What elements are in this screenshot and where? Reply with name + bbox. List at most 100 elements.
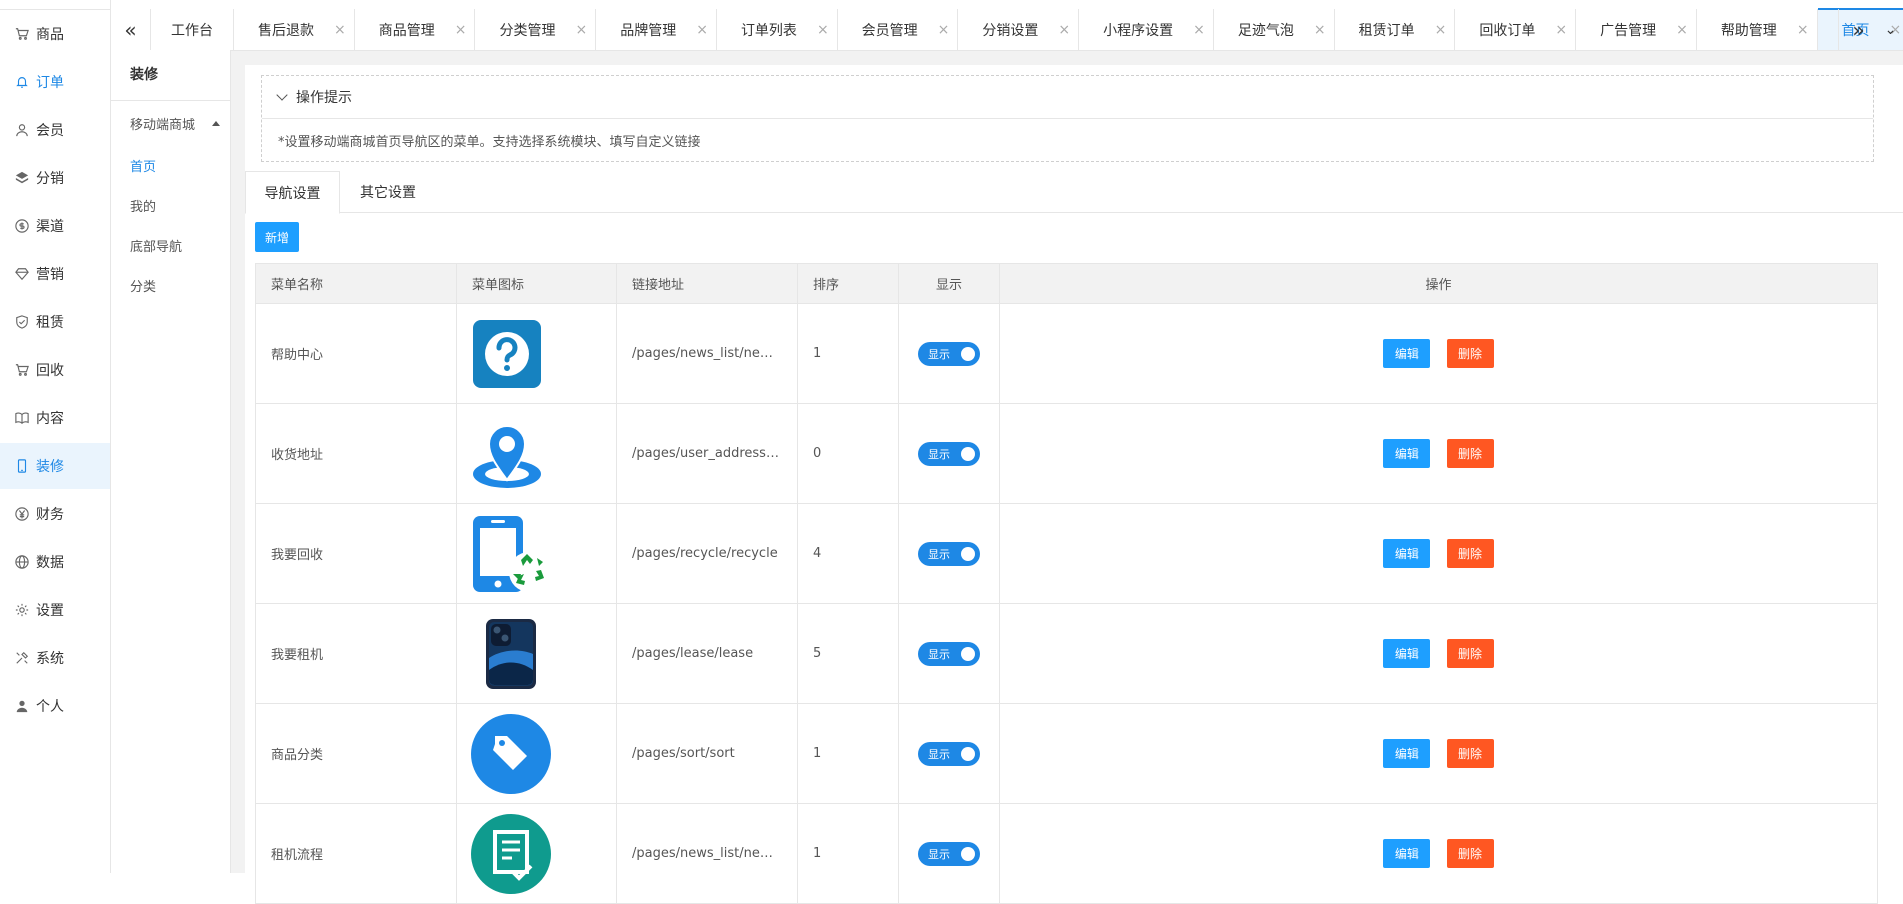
tab-workbench[interactable]: 工作台 <box>151 9 234 50</box>
close-icon[interactable]: × <box>696 22 708 38</box>
close-icon[interactable]: × <box>1676 22 1688 38</box>
sidebar-item-members[interactable]: 会员 <box>0 107 110 153</box>
menu-name: 我要回收 <box>255 503 457 604</box>
display-toggle[interactable]: 显示 <box>918 441 980 466</box>
tab-member-manage[interactable]: 会员管理 × <box>838 9 959 50</box>
book-icon <box>14 410 30 426</box>
close-icon[interactable]: × <box>938 22 950 38</box>
edit-button[interactable]: 编辑 <box>1383 539 1431 568</box>
edit-button[interactable]: 编辑 <box>1383 839 1431 868</box>
sidebar-item-orders[interactable]: 订单 <box>0 59 110 105</box>
document-check-icon <box>471 813 551 894</box>
tabs-scroll-left-icon[interactable]: « <box>111 9 151 50</box>
sidebar-item-goods[interactable]: 商品 <box>0 11 110 57</box>
delete-button[interactable]: 删除 <box>1446 739 1494 768</box>
sidebar-item-content[interactable]: 内容 <box>0 395 110 441</box>
display-toggle[interactable]: 显示 <box>918 541 980 566</box>
menu-name: 我要租机 <box>255 603 457 704</box>
link-url-text: /pages/sort/sort <box>632 746 735 761</box>
close-icon[interactable]: × <box>575 22 587 38</box>
tab-footprint-bubble[interactable]: 足迹气泡 × <box>1214 9 1335 50</box>
help-question-icon <box>473 319 541 388</box>
tab-aftersale-refund[interactable]: 售后退款 × <box>234 9 355 50</box>
sub-link-category[interactable]: 分类 <box>130 276 156 295</box>
sub-sidebar: 装修 移动端商城 首页 我的 底部导航 分类 <box>111 50 231 873</box>
link-url-text: /pages/news_list/news_list <box>632 346 782 361</box>
sidebar-item-lease[interactable]: 租赁 <box>0 299 110 345</box>
nav-menu-table: 菜单名称 菜单图标 链接地址 排序 显示 操作 帮助中心 /pages/news… <box>255 263 1878 904</box>
display-toggle[interactable]: 显示 <box>918 341 980 366</box>
cart-icon <box>14 26 30 42</box>
sidebar-item-decoration[interactable]: 装修 <box>0 443 110 489</box>
tab-distribution-settings[interactable]: 分销设置 × <box>958 9 1080 50</box>
tab-other-settings[interactable]: 其它设置 <box>340 171 436 213</box>
caret-up-icon <box>212 121 220 126</box>
delete-button[interactable]: 删除 <box>1446 839 1494 868</box>
sub-group-mobile-mall[interactable]: 移动端商城 <box>130 114 225 133</box>
tab-nav-settings[interactable]: 导航设置 <box>245 171 340 214</box>
close-icon[interactable]: × <box>1314 22 1326 38</box>
col-header-menu-icon: 菜单图标 <box>456 263 617 304</box>
delete-button[interactable]: 删除 <box>1446 339 1494 368</box>
delete-button[interactable]: 删除 <box>1446 639 1494 668</box>
tab-label: 商品管理 <box>378 22 435 39</box>
tab-category-manage[interactable]: 分类管理 × <box>475 9 597 50</box>
edit-button[interactable]: 编辑 <box>1383 639 1431 668</box>
close-icon[interactable]: × <box>1555 22 1567 38</box>
display-toggle[interactable]: 显示 <box>918 641 980 666</box>
edit-button[interactable]: 编辑 <box>1383 739 1431 768</box>
table-row: 租机流程 /pages/news_list/news_list 1 显示 编辑 <box>255 803 1878 904</box>
delete-button[interactable]: 删除 <box>1446 539 1494 568</box>
yen-circle-icon <box>14 506 30 522</box>
sub-link-bottom-nav[interactable]: 底部导航 <box>130 236 182 255</box>
tab-help-manage[interactable]: 帮助管理 × <box>1697 9 1818 50</box>
sidebar-item-recycle[interactable]: 回收 <box>0 347 110 393</box>
table-row: 帮助中心 /pages/news_list/news_list 1 显示 编辑 <box>255 303 1878 404</box>
tab-recycle-orders[interactable]: 回收订单 × <box>1455 9 1577 50</box>
tab-lease-orders[interactable]: 租赁订单 × <box>1335 9 1456 50</box>
chevron-down-icon[interactable]: ⌄ <box>1878 9 1903 50</box>
add-button[interactable]: 新增 <box>255 222 299 252</box>
close-icon[interactable]: × <box>1435 22 1447 38</box>
cart-icon <box>14 362 30 378</box>
main-sidebar: 商品 订单 会员 分销 渠道 营销 租赁 回收 内容 装修 财务 数据 设置 系… <box>0 0 111 873</box>
close-icon[interactable]: × <box>1193 22 1205 38</box>
menu-name: 收货地址 <box>255 403 457 504</box>
close-icon[interactable]: × <box>1797 22 1809 38</box>
delete-button[interactable]: 删除 <box>1446 439 1494 468</box>
table-row: 我要回收 /pages/recycle/recycle 4 显示 编辑 删除 <box>255 503 1878 604</box>
display-toggle[interactable]: 显示 <box>918 841 980 866</box>
tab-goods-manage[interactable]: 商品管理 × <box>355 9 476 50</box>
edit-button[interactable]: 编辑 <box>1383 439 1431 468</box>
sidebar-item-finance[interactable]: 财务 <box>0 491 110 537</box>
tab-brand-manage[interactable]: 品牌管理 × <box>596 9 717 50</box>
sub-link-home[interactable]: 首页 <box>130 156 156 175</box>
sidebar-item-personal[interactable]: 个人 <box>0 683 110 729</box>
sidebar-item-label: 渠道 <box>36 219 64 235</box>
sidebar-item-data[interactable]: 数据 <box>0 539 110 585</box>
sub-link-mine[interactable]: 我的 <box>130 196 156 215</box>
tab-order-list[interactable]: 订单列表 × <box>717 9 838 50</box>
display-toggle[interactable]: 显示 <box>918 741 980 766</box>
sidebar-item-label: 数据 <box>36 555 64 571</box>
close-icon[interactable]: × <box>334 22 346 38</box>
tab-ad-manage[interactable]: 广告管理 × <box>1576 9 1697 50</box>
close-icon[interactable]: × <box>817 22 829 38</box>
sidebar-item-channels[interactable]: 渠道 <box>0 203 110 249</box>
sidebar-item-settings[interactable]: 设置 <box>0 587 110 633</box>
location-pin-icon <box>473 424 541 488</box>
sidebar-item-label: 租赁 <box>36 315 64 331</box>
close-icon[interactable]: × <box>455 22 467 38</box>
menu-name: 租机流程 <box>255 803 457 904</box>
tabs-scroll-right-icon[interactable]: » <box>1838 9 1878 50</box>
tools-icon <box>14 650 30 666</box>
close-icon[interactable]: × <box>1058 22 1070 38</box>
sidebar-item-marketing[interactable]: 营销 <box>0 251 110 297</box>
sidebar-item-distribution[interactable]: 分销 <box>0 155 110 201</box>
tab-miniapp-settings[interactable]: 小程序设置 × <box>1079 9 1214 50</box>
actions-cell: 编辑 删除 <box>999 303 1878 404</box>
tips-header[interactable]: 操作提示 <box>262 76 1873 119</box>
sidebar-item-system[interactable]: 系统 <box>0 635 110 681</box>
operation-tips: 操作提示 *设置移动端商城首页导航区的菜单。支持选择系统模块、填写自定义链接 <box>261 75 1874 162</box>
edit-button[interactable]: 编辑 <box>1383 339 1431 368</box>
